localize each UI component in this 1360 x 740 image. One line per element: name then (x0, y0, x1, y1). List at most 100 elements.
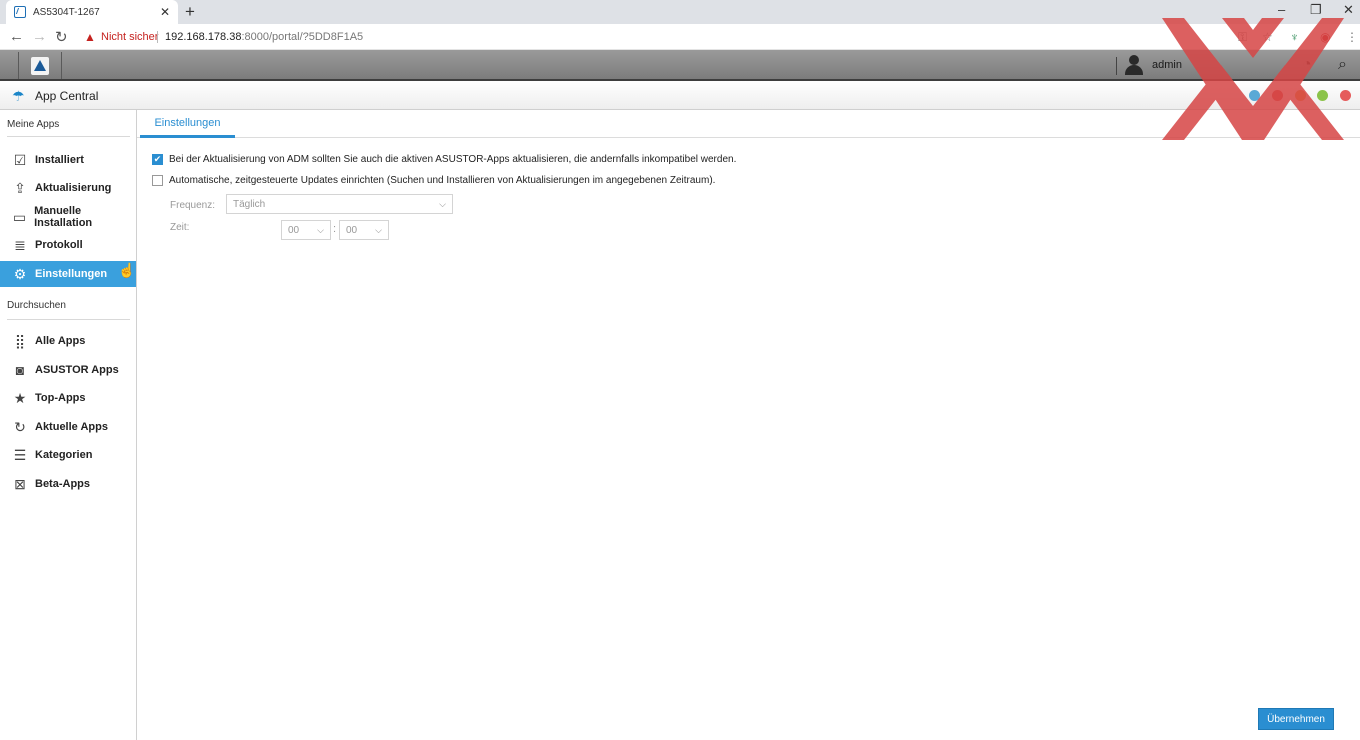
sidebar-item-label: Aktuelle Apps (35, 421, 108, 433)
time-label: Zeit: (170, 222, 190, 233)
sidebar-item-label: Top-Apps (35, 392, 86, 404)
sidebar-item-settings[interactable]: ⚙ Einstellungen (0, 261, 136, 287)
option-update-apps-with-adm[interactable]: ✔ Bei der Aktualisierung von ADM sollten… (152, 154, 736, 165)
window-dot-close-alt[interactable] (1272, 90, 1283, 101)
mouse-cursor-icon: ☝ (118, 262, 136, 278)
frequency-select[interactable]: Täglich ⌵ (226, 194, 453, 214)
app-window-header: ☂ App Central (0, 81, 1360, 110)
user-name[interactable]: admin (1152, 59, 1182, 71)
adm-logo-icon (31, 56, 49, 75)
window-dot-close[interactable] (1340, 90, 1351, 101)
window-dot-maximize[interactable] (1317, 90, 1328, 101)
sidebar-item-label: Protokoll (35, 239, 83, 251)
browser-tab[interactable]: AS5304T-1267 ✕ (6, 0, 178, 24)
update-icon: ⇪ (14, 179, 26, 196)
recent-icon: ↻ (14, 418, 26, 435)
divider (1116, 57, 1117, 75)
divider (157, 31, 158, 43)
settings-panel: Einstellungen ✔ Bei der Aktualisierung v… (137, 110, 1360, 740)
tab-settings[interactable]: Einstellungen (140, 110, 235, 138)
sidebar-item-log[interactable]: ≣ Protokoll (0, 232, 136, 258)
close-window-button[interactable]: ✕ (1343, 2, 1354, 18)
adm-topbar: admin ◔ ⌕ (0, 50, 1360, 81)
chevron-down-icon: ⌵ (375, 224, 382, 235)
frequency-value: Täglich (233, 198, 266, 210)
gear-icon: ⚙ (13, 265, 27, 282)
sidebar-item-label: Manuelle Installation (34, 205, 93, 229)
asustor-icon: ◙ (15, 362, 25, 378)
sidebar-item-label: Alle Apps (35, 335, 86, 347)
sidebar-item-all-apps[interactable]: ⣿ Alle Apps (0, 328, 136, 354)
sidebar-item-categories[interactable]: ☰ Kategorien (0, 442, 136, 468)
sidebar: Meine Apps ☑ Installiert ⇪ Aktualisierun… (0, 110, 137, 740)
dashboard-icon[interactable]: ◔ (1302, 56, 1312, 74)
tab-title: AS5304T-1267 (33, 6, 100, 18)
new-tab-button[interactable]: + (185, 2, 195, 22)
sidebar-item-top-apps[interactable]: ★ Top-Apps (0, 385, 136, 411)
back-icon[interactable]: ← (9, 28, 24, 45)
key-icon[interactable]: ⚿ (1238, 30, 1247, 45)
update-apps-checkbox[interactable]: ✔ (152, 154, 163, 165)
extension-icon[interactable]: ♆ (1290, 30, 1299, 44)
adm-home-button[interactable] (18, 52, 62, 79)
address-bar: ← → ↻ ▲ Nicht sicher 192.168.178.38:8000… (0, 24, 1360, 50)
folder-icon: ▭ (12, 208, 27, 225)
option-scheduled-updates[interactable]: Automatische, zeitgesteuerte Updates ein… (152, 175, 715, 186)
sidebar-item-label: Aktualisierung (35, 182, 112, 194)
frequency-label: Frequenz: (170, 200, 216, 211)
window-dot-help[interactable] (1249, 90, 1260, 101)
tab-favicon-icon (14, 6, 26, 18)
security-label[interactable]: Nicht sicher (101, 31, 158, 43)
sidebar-item-label: Installiert (35, 154, 84, 166)
apply-button[interactable]: Übernehmen (1258, 708, 1334, 730)
warning-icon[interactable]: ▲ (84, 30, 96, 44)
section-my-apps: Meine Apps (7, 119, 60, 130)
hour-select[interactable]: 00 ⌵ (281, 220, 331, 240)
tab-strip: Einstellungen (137, 110, 1360, 138)
chevron-down-icon: ⌵ (317, 224, 324, 235)
sidebar-item-label: Kategorien (35, 449, 93, 461)
divider (7, 136, 130, 137)
list-icon: ☰ (13, 446, 27, 463)
minute-value: 00 (346, 224, 358, 236)
sidebar-item-recent-apps[interactable]: ↻ Aktuelle Apps (0, 414, 136, 440)
app-central-icon: ☂ (12, 88, 25, 104)
option-label: Bei der Aktualisierung von ADM sollten S… (169, 154, 737, 165)
sidebar-item-asustor-apps[interactable]: ◙ ASUSTOR Apps (0, 357, 136, 383)
window-dot-minimize[interactable] (1295, 90, 1306, 101)
reload-icon[interactable]: ↻ (55, 28, 68, 46)
menu-dots-icon[interactable]: ⋮ (1346, 30, 1358, 44)
sidebar-item-manual-install[interactable]: ▭ Manuelle Installation (0, 204, 136, 230)
installed-icon: ☑ (13, 151, 27, 168)
sidebar-item-update[interactable]: ⇪ Aktualisierung (0, 175, 136, 201)
sidebar-item-installed[interactable]: ☑ Installiert (0, 147, 136, 173)
option-label: Automatische, zeitgesteuerte Updates ein… (169, 175, 716, 186)
scheduled-updates-checkbox[interactable] (152, 175, 163, 186)
section-browse: Durchsuchen (7, 300, 66, 311)
app-title: App Central (35, 89, 99, 103)
chevron-down-icon: ⌵ (439, 198, 446, 209)
sidebar-item-label: ASUSTOR Apps (35, 364, 119, 376)
star-icon: ★ (13, 389, 27, 406)
url-host: 192.168.178.38 (165, 31, 242, 43)
browser-tab-bar: AS5304T-1267 ✕ + – ❐ ✕ (0, 0, 1360, 24)
divider (7, 319, 130, 320)
minute-select[interactable]: 00 ⌵ (339, 220, 389, 240)
url-field[interactable]: 192.168.178.38:8000/portal/?5DD8F1A5 (165, 31, 363, 43)
url-path: :8000/portal/?5DD8F1A5 (241, 31, 364, 43)
search-icon[interactable]: ⌕ (1338, 56, 1347, 74)
beta-icon: ⊠ (14, 475, 26, 492)
sidebar-item-beta-apps[interactable]: ⊠ Beta-Apps (0, 471, 136, 497)
restore-button[interactable]: ❐ (1310, 2, 1322, 18)
grid-icon: ⣿ (14, 332, 26, 349)
sidebar-item-label: Einstellungen (35, 268, 108, 280)
time-separator: : (333, 223, 337, 235)
profile-icon[interactable]: ◉ (1320, 30, 1330, 44)
hour-value: 00 (288, 224, 300, 236)
minimize-button[interactable]: – (1278, 2, 1285, 17)
log-icon: ≣ (14, 236, 26, 253)
tab-close-icon[interactable]: ✕ (160, 5, 170, 19)
forward-icon[interactable]: → (32, 28, 47, 45)
bookmark-star-icon[interactable]: ☆ (1262, 30, 1273, 44)
user-icon[interactable] (1124, 55, 1144, 75)
